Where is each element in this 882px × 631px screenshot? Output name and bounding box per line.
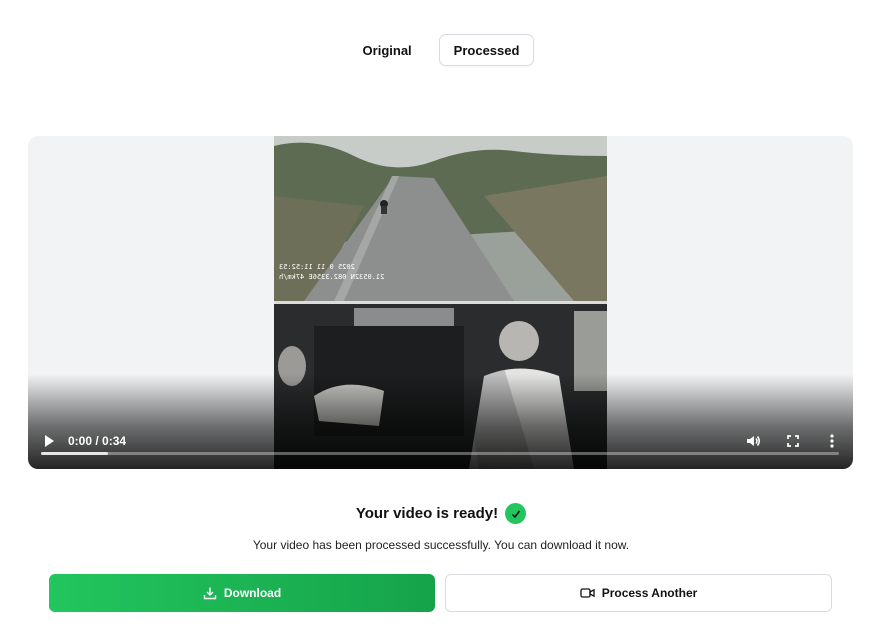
video-player[interactable]: 2025 0 11 11:52:53 21.0532N 082.3356E 47… [28,136,853,469]
progress-buffered [41,452,109,455]
view-toggle: Original Processed [0,34,882,66]
more-options-icon[interactable] [824,433,840,449]
tab-original[interactable]: Original [348,34,427,66]
time-display: 0:00 / 0:34 [68,434,127,448]
ready-title: Your video is ready! [355,505,499,522]
tab-processed[interactable]: Processed [438,34,535,66]
check-icon [505,503,527,524]
fullscreen-icon[interactable] [785,433,801,449]
download-button[interactable]: Download [49,574,435,612]
overlay-text-2: 21.0532N 082.3356E 47km/h [279,273,384,281]
process-another-label: Process Another [601,586,698,600]
play-icon[interactable] [42,434,56,448]
player-controls: 0:00 / 0:34 [28,409,853,469]
volume-icon[interactable] [745,433,761,449]
ready-heading: Your video is ready! [0,503,882,524]
process-another-button[interactable]: Process Another [445,574,832,612]
download-label: Download [223,586,282,600]
progress-bar[interactable] [41,452,839,455]
overlay-text-1: 2025 0 11 11:52:53 [279,263,355,271]
download-icon [203,587,217,600]
ready-subtitle: Your video has been processed successful… [252,538,630,552]
video-camera-icon [580,588,595,598]
